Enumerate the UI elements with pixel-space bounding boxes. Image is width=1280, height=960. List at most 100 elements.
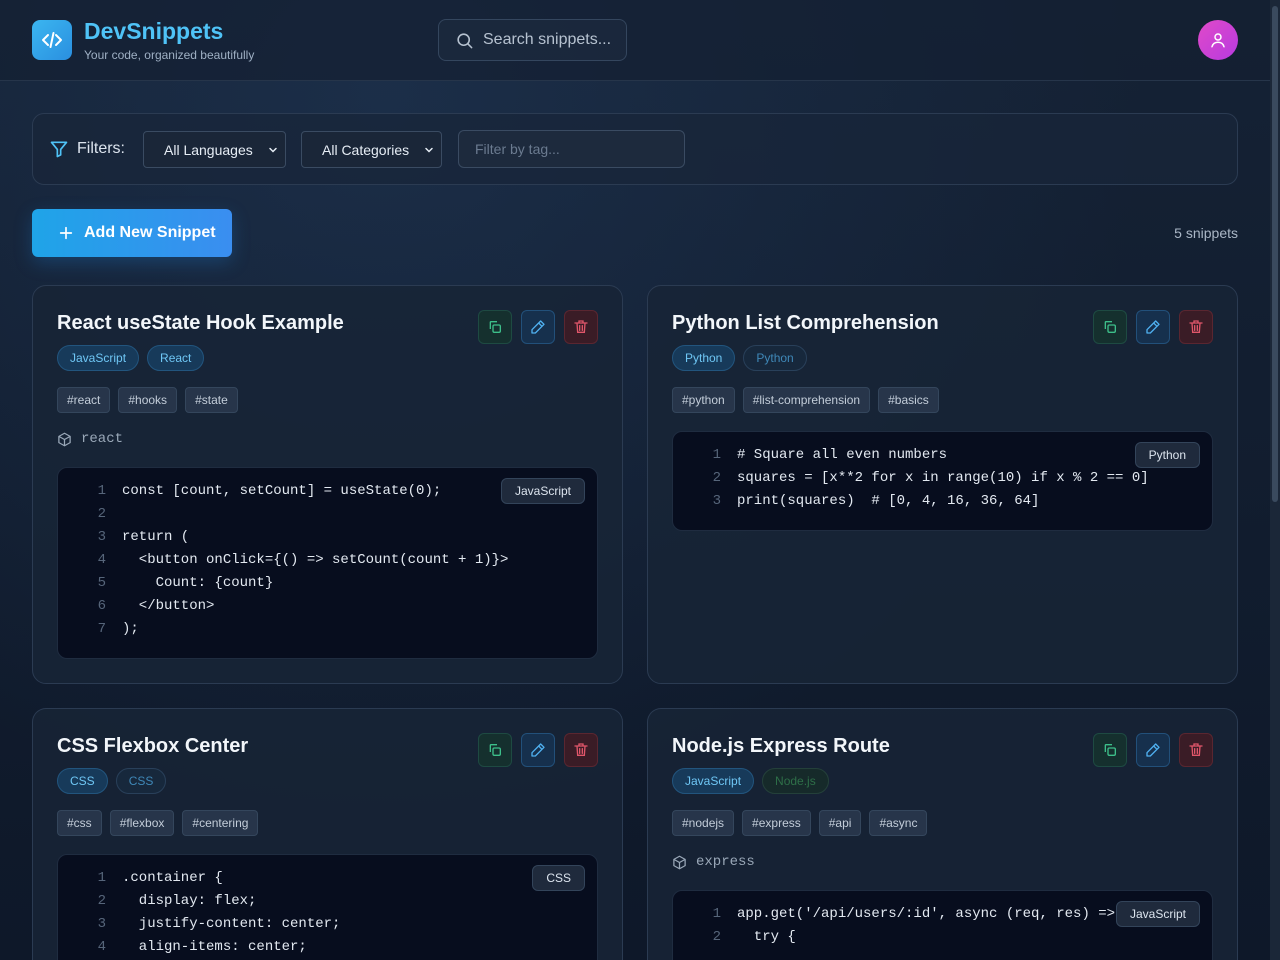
package-icon	[673, 855, 686, 869]
tag-chip[interactable]: #api	[818, 810, 862, 836]
copy-button[interactable]	[478, 310, 512, 344]
edit-button[interactable]	[1136, 733, 1170, 767]
trash-icon	[1189, 743, 1203, 756]
tag-chip[interactable]: #express	[742, 810, 811, 836]
card-actions	[1093, 310, 1213, 344]
copy-button[interactable]	[1093, 733, 1127, 767]
delete-button[interactable]	[564, 310, 598, 344]
card-actions	[1093, 733, 1213, 767]
category-select-value: All Categories	[322, 141, 410, 158]
card-actions	[478, 733, 598, 767]
tag-chip[interactable]: #state	[185, 387, 238, 413]
card-actions	[478, 310, 598, 344]
app-title: DevSnippets	[84, 18, 224, 44]
tag-chip[interactable]: #css	[57, 810, 102, 836]
delete-button[interactable]	[1179, 733, 1213, 767]
snippet-count: 5 snippets	[1174, 225, 1238, 241]
code-line: 3 print(squares) # [0, 4, 16, 36, 64]	[712, 493, 1040, 509]
code-line: 2	[97, 506, 106, 522]
language-badge: JavaScript	[672, 768, 755, 794]
add-snippet-button[interactable]: Add New Snippet	[32, 209, 232, 257]
category-select[interactable]: All Categories	[301, 131, 442, 168]
code-block: JavaScript 1 const [count, setCount] = us…	[57, 467, 598, 659]
code-line: 6 </button>	[97, 598, 215, 614]
app-subtitle: Your code, organized beautifully	[84, 48, 255, 62]
search-input[interactable]	[483, 31, 623, 49]
code-line: 1 # Square all even numbers	[712, 447, 948, 463]
tag-filter-box[interactable]	[458, 130, 685, 168]
tag-filter-input[interactable]	[475, 141, 675, 157]
tag-chip[interactable]: #basics	[878, 387, 939, 413]
edit-button[interactable]	[521, 310, 555, 344]
code-line: 2 try {	[712, 929, 796, 945]
code-line: 1 const [count, setCount] = useState(0);	[97, 483, 442, 499]
tag-chip[interactable]: #centering	[182, 810, 259, 836]
tag-group: #css #flexbox #centering	[57, 810, 259, 836]
copy-button[interactable]	[478, 733, 512, 767]
pencil-icon	[531, 320, 545, 334]
pencil-icon	[1146, 743, 1160, 757]
code-line: 4 align-items: center;	[97, 939, 307, 955]
edit-button[interactable]	[1136, 310, 1170, 344]
edit-button[interactable]	[521, 733, 555, 767]
badge-group: JavaScript React	[57, 345, 205, 371]
copy-button[interactable]	[1093, 310, 1127, 344]
category-badge: Python	[743, 345, 807, 371]
copy-icon	[1104, 744, 1116, 756]
app-header: DevSnippets Your code, organized beautif…	[0, 0, 1270, 81]
page-scrollbar[interactable]	[1270, 0, 1280, 960]
dependency: express	[672, 854, 755, 870]
trash-icon	[1189, 320, 1203, 333]
code-line: 3 justify-content: center;	[97, 916, 341, 932]
snippet-card: Python List Comprehension Python Python …	[647, 285, 1238, 684]
snippet-card: CSS Flexbox Center CSS CSS #css #flexbox…	[32, 708, 623, 960]
code-language-chip: JavaScript	[1115, 901, 1200, 927]
tag-chip[interactable]: #flexbox	[109, 810, 175, 836]
user-icon	[1211, 33, 1225, 48]
filters-label: Filters:	[77, 140, 125, 157]
badge-group: JavaScript Node.js	[672, 768, 829, 794]
copy-icon	[1104, 321, 1116, 333]
tag-chip[interactable]: #hooks	[118, 387, 178, 413]
code-line: 2 squares = [x**2 for x in range(10) if x…	[712, 470, 1149, 486]
filters-bar: Filters: All Languages All Categories	[32, 113, 1238, 185]
logo[interactable]	[32, 20, 72, 60]
category-badge: CSS	[115, 768, 167, 794]
filter-icon	[50, 141, 68, 158]
chevron-down-icon	[269, 147, 277, 153]
language-select[interactable]: All Languages	[143, 131, 286, 168]
code-block: 1 app.get('/api/users/:id', async (req, r…	[672, 890, 1213, 960]
scrollbar-thumb[interactable]	[1272, 6, 1278, 502]
trash-icon	[574, 743, 588, 756]
code-line: 1 .container {	[97, 870, 223, 886]
tag-group: #react #hooks #state	[57, 387, 238, 413]
dependency: react	[57, 431, 123, 447]
code-line: 1 app.get('/api/users/:id', async (req, r…	[712, 906, 1116, 922]
tag-chip[interactable]: #nodejs	[672, 810, 735, 836]
code-language-chip: JavaScript	[500, 478, 585, 504]
delete-button[interactable]	[1179, 310, 1213, 344]
snippet-title: CSS Flexbox Center	[57, 735, 249, 757]
snippet-card: Node.js Express Route JavaScript Node.js…	[647, 708, 1238, 960]
tag-group: #nodejs #express #api #async	[672, 810, 928, 836]
tag-chip[interactable]: #python	[672, 387, 735, 413]
pencil-icon	[1146, 320, 1160, 334]
tag-chip[interactable]: #react	[57, 387, 111, 413]
badge-group: Python Python	[672, 345, 807, 371]
delete-button[interactable]	[564, 733, 598, 767]
code-icon	[42, 32, 62, 48]
chevron-down-icon	[425, 147, 433, 153]
avatar[interactable]	[1198, 20, 1238, 60]
tag-chip[interactable]: #list-comprehension	[742, 387, 871, 413]
pencil-icon	[531, 743, 545, 757]
tag-chip[interactable]: #async	[869, 810, 928, 836]
search-box[interactable]	[438, 19, 627, 61]
copy-icon	[489, 744, 501, 756]
snippet-card: React useState Hook Example JavaScript R…	[32, 285, 623, 684]
tag-group: #python #list-comprehension #basics	[672, 387, 939, 413]
trash-icon	[574, 320, 588, 333]
language-badge: Python	[672, 345, 736, 371]
category-badge: Node.js	[762, 768, 829, 794]
snippet-title: Node.js Express Route	[672, 735, 890, 757]
plus-icon	[59, 226, 73, 240]
